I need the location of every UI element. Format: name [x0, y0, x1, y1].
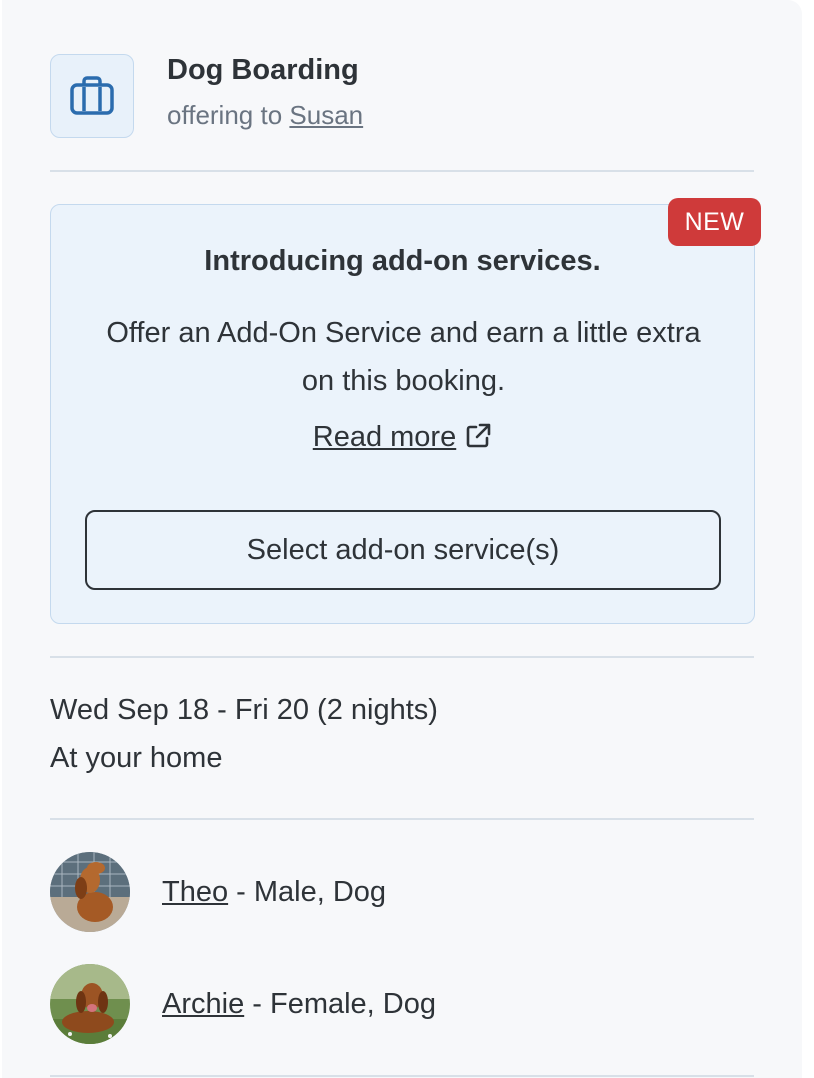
pet-info-theo: Theo - Male, Dog: [162, 876, 386, 909]
select-add-on-button[interactable]: Select add-on service(s): [85, 510, 721, 590]
pet-details: - Male, Dog: [228, 875, 387, 908]
pet-name-link[interactable]: Theo: [162, 876, 228, 908]
pet-details: - Female, Dog: [244, 987, 436, 1020]
pet-name-link[interactable]: Archie: [162, 988, 244, 1020]
offering-prefix: offering to: [167, 100, 283, 130]
add-on-promo-card: Introducing add-on services. Offer an Ad…: [50, 204, 755, 624]
promo-body: Offer an Add-On Service and earn a littl…: [106, 317, 701, 397]
new-badge: NEW: [668, 198, 761, 246]
divider: [50, 1075, 754, 1077]
client-link[interactable]: Susan: [289, 100, 363, 130]
read-more-link[interactable]: Read more: [313, 421, 456, 453]
promo-title: Introducing add-on services.: [204, 245, 601, 277]
divider: [50, 818, 754, 820]
pet-avatar-theo: [50, 852, 130, 932]
booking-panel: Dog Boarding offering to Susan Introduci…: [2, 0, 802, 1078]
pet-info-archie: Archie - Female, Dog: [162, 988, 436, 1021]
briefcase-icon: [70, 76, 114, 115]
read-more-link-wrap[interactable]: Read more: [51, 421, 754, 454]
offering-line: offering to Susan: [167, 100, 363, 131]
pet-avatar-archie: [50, 964, 130, 1044]
booking-location: At your home: [50, 742, 223, 774]
service-icon-container: [50, 54, 134, 138]
service-title: Dog Boarding: [167, 54, 359, 86]
pet-row-theo: Theo - Male, Dog: [50, 851, 386, 933]
divider: [50, 170, 754, 172]
pet-row-archie: Archie - Female, Dog: [50, 963, 436, 1045]
external-link-icon: [466, 423, 491, 448]
booking-dates: Wed Sep 18 - Fri 20 (2 nights): [50, 694, 438, 726]
divider: [50, 656, 754, 658]
